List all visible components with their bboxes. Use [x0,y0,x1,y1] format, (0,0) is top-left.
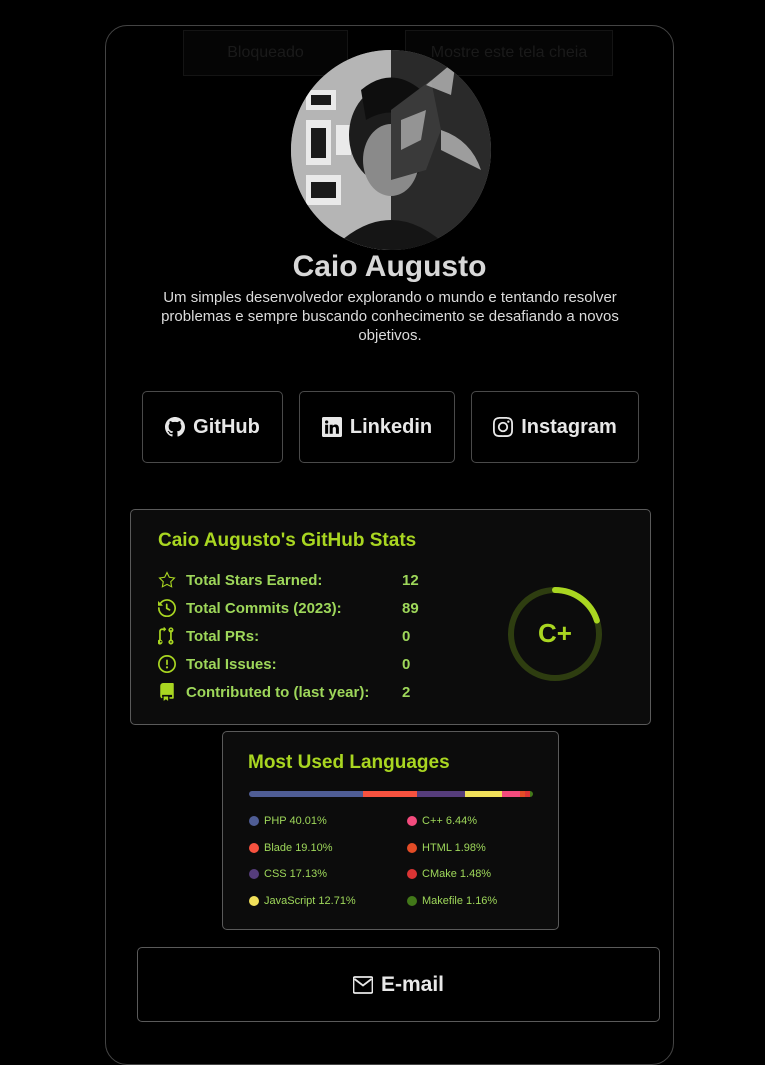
stat-value: 2 [402,683,411,701]
history-icon [158,599,176,617]
avatar [291,50,491,250]
linkedin-button[interactable]: Linkedin [299,391,455,463]
stat-value: 89 [402,599,419,617]
language-item: CMake 1.48% [407,868,491,880]
rank-grade: C+ [538,618,572,648]
profile-name: Caio Augusto [292,250,487,283]
language-dot [249,816,259,826]
instagram-label: Instagram [521,415,617,438]
instagram-button[interactable]: Instagram [471,391,639,463]
stat-value: 0 [402,655,411,673]
stat-label: Total Stars Earned: [186,571,323,589]
language-bar-segment [362,791,417,797]
language-bar-segment [249,791,363,797]
language-item: HTML 1.98% [407,842,486,854]
stat-row-prs: Total PRs: 0 [158,625,410,647]
stats-title: Caio Augusto's GitHub Stats [158,530,417,551]
language-dot [407,816,417,826]
pull-request-icon [158,627,174,645]
language-bar-segment [529,791,533,797]
language-label: CMake 1.48% [422,868,492,880]
stat-label: Total Commits (2023): [186,599,342,617]
language-dot [407,895,417,906]
ghost-tab-blocked: Bloqueado [183,30,348,76]
email-label: E-mail [380,972,445,996]
repo-icon [160,683,174,701]
stat-label: Total PRs: [186,627,260,645]
language-bar-segment [501,791,520,797]
language-bar-segment [465,791,502,797]
language-label: HTML 1.98% [422,841,486,854]
issue-icon [158,655,176,673]
stat-value: 0 [402,627,411,645]
language-label: PHP 40.01% [264,815,327,827]
github-icon [165,417,186,437]
language-bar-segment [416,791,466,797]
languages-card: Most Used Languages PHP 40.01% Blade 19.1… [222,731,559,930]
star-icon [158,571,176,588]
language-dot [249,869,259,879]
languages-bar [249,791,533,797]
stat-row-issues: Total Issues: 0 [158,653,410,675]
envelope-icon [352,975,373,994]
stat-row-commits: Total Commits (2023): 89 [158,597,419,619]
language-label: Blade 19.10% [264,841,333,854]
instagram-icon [493,417,514,437]
stat-label: Total Issues: [186,655,277,673]
linkedin-label: Linkedin [349,415,433,438]
language-dot [249,842,259,853]
languages-title: Most Used Languages [248,752,450,773]
linkedin-icon [321,417,342,437]
language-label: C++ 6.44% [422,815,478,827]
github-label: GitHub [193,415,260,438]
language-label: CSS 17.13% [264,868,327,880]
language-item: JavaScript 12.71% [249,895,356,907]
stat-label: Contributed to (last year): [186,683,370,701]
stat-value: 12 [402,571,419,589]
profile-bio: Um simples desenvolvedor explorando o mu… [161,289,619,344]
stat-row-stars: Total Stars Earned: 12 [158,569,419,591]
language-dot [407,842,417,853]
language-dot [407,869,417,879]
stat-row-contributed: Contributed to (last year): 2 [158,681,410,703]
rank-circle: C+ [505,584,605,684]
email-button[interactable]: E-mail [137,947,660,1022]
github-button[interactable]: GitHub [142,391,283,463]
language-item: CSS 17.13% [249,868,327,880]
language-item: Makefile 1.16% [407,895,497,907]
language-dot [249,895,259,906]
language-item: C++ 6.44% [407,815,477,827]
language-item: PHP 40.01% [249,815,327,827]
language-item: Blade 19.10% [249,842,333,854]
language-label: Makefile 1.16% [422,894,498,907]
language-label: JavaScript 12.71% [264,894,356,907]
github-stats-card: Caio Augusto's GitHub Stats Total Stars … [130,509,651,725]
